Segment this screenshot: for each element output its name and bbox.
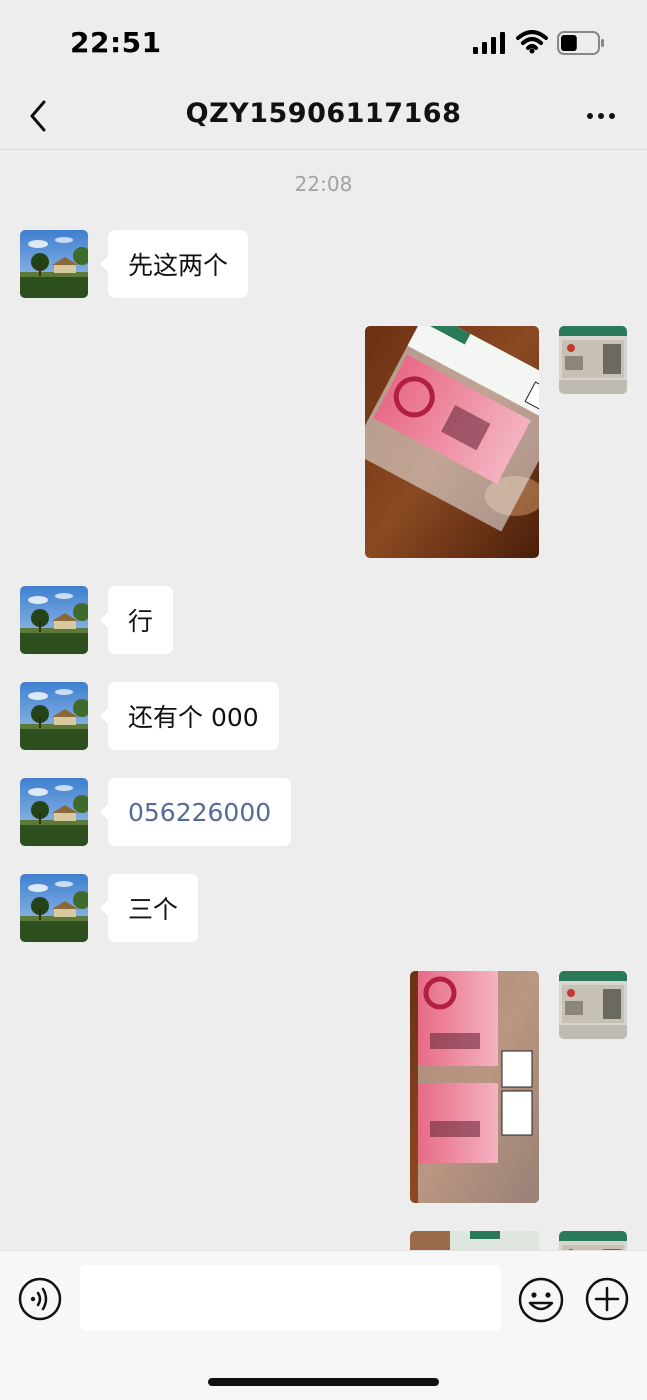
banknote-photo-1[interactable] (365, 326, 539, 558)
contact-avatar[interactable] (20, 230, 88, 298)
contact-avatar[interactable] (20, 874, 88, 942)
more-dot-icon (587, 113, 593, 119)
contact-avatar[interactable] (20, 586, 88, 654)
more-options-button[interactable] (578, 98, 624, 134)
contact-avatar[interactable] (20, 778, 88, 846)
message-bubble[interactable]: 三个 (99, 874, 199, 942)
input-bar (0, 1250, 647, 1400)
my-avatar[interactable] (559, 326, 627, 394)
banknote-photo-2[interactable] (410, 971, 539, 1203)
message-text: 还有个 000 (128, 703, 259, 732)
my-avatar[interactable] (559, 971, 627, 1039)
cellular-signal-icon (473, 32, 505, 54)
more-dot-icon (609, 113, 615, 119)
phone-number-link[interactable]: 056226000 (128, 798, 271, 827)
chat-title: QZY15906117168 (185, 98, 462, 129)
status-bar: 22:51 (0, 0, 647, 84)
voice-input-button[interactable] (18, 1277, 62, 1321)
more-dot-icon (598, 113, 604, 119)
message-bubble[interactable]: 056226000 (99, 778, 292, 846)
wifi-icon (516, 30, 548, 54)
emoji-button[interactable] (518, 1277, 564, 1323)
more-functions-button[interactable] (585, 1277, 629, 1321)
message-timestamp: 22:08 (294, 172, 353, 196)
message-text: 三个 (128, 895, 179, 924)
battery-icon (557, 31, 604, 55)
message-text: 先这两个 (128, 251, 229, 280)
message-bubble[interactable]: 行 (99, 586, 174, 654)
banknote-photo-3[interactable] (410, 1231, 539, 1250)
nav-bar: QZY15906117168 (0, 84, 647, 150)
home-indicator (208, 1378, 439, 1386)
message-input[interactable] (80, 1265, 501, 1331)
status-time: 22:51 (70, 26, 162, 59)
message-text: 行 (128, 607, 154, 636)
message-bubble[interactable]: 先这两个 (99, 230, 249, 298)
message-bubble[interactable]: 还有个 000 (100, 682, 279, 750)
contact-avatar[interactable] (20, 682, 88, 750)
my-avatar[interactable] (559, 1231, 627, 1250)
